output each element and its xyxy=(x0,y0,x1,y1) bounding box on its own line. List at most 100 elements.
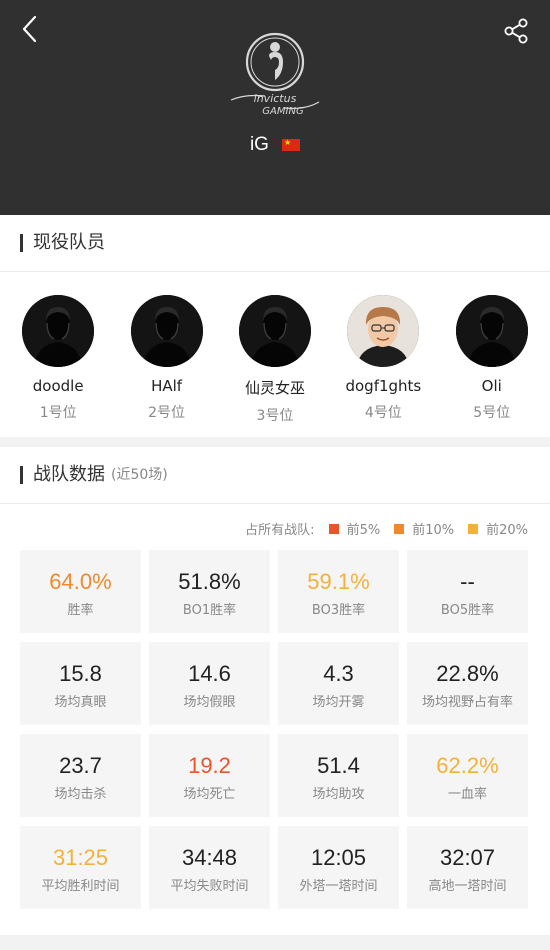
legend-swatch-top5 xyxy=(328,523,339,534)
stat-cell: 59.1% BO3胜率 xyxy=(278,550,399,633)
back-button[interactable] xyxy=(18,14,44,44)
share-button[interactable] xyxy=(502,16,530,46)
chevron-left-icon xyxy=(22,15,37,43)
stat-cell: 51.4 场均助攻 xyxy=(278,734,399,817)
invictus-gaming-logo: invictus GAMING xyxy=(230,32,320,117)
stat-value: 23.7 xyxy=(59,753,102,778)
stat-value: 19.2 xyxy=(188,753,231,778)
team-header: invictus GAMING iG ★ xyxy=(0,0,550,215)
stat-label: BO3胜率 xyxy=(311,603,366,618)
stat-cell: 12:05 外塔一塔时间 xyxy=(278,826,399,909)
player-position: 1号位 xyxy=(39,405,77,421)
player-position: 2号位 xyxy=(148,405,186,421)
stat-label: BO5胜率 xyxy=(440,603,495,618)
stat-label: 场均假眼 xyxy=(183,695,236,710)
stat-label: 场均助攻 xyxy=(312,787,365,802)
player-card[interactable]: HAlf 2号位 xyxy=(117,295,217,425)
stat-cell: -- BO5胜率 xyxy=(407,550,528,633)
stat-value: 62.2% xyxy=(436,753,499,778)
heading-bar xyxy=(20,466,23,484)
legend-label-top10: 前10% xyxy=(412,523,455,538)
stat-value: 51.8% xyxy=(178,569,241,594)
legend-swatch-top10 xyxy=(394,523,405,534)
stat-value: 31:25 xyxy=(52,845,109,870)
stat-label: 场均开雾 xyxy=(312,695,365,710)
logo-text-bottom: GAMING xyxy=(262,106,304,117)
stats-title: 战队数据 xyxy=(33,464,105,485)
stat-value: -- xyxy=(460,569,475,594)
stat-cell: 32:07 高地一塔时间 xyxy=(407,826,528,909)
stat-cell: 4.3 场均开雾 xyxy=(278,642,399,725)
player-avatar xyxy=(238,295,311,367)
player-card[interactable]: 仙灵女巫 3号位 xyxy=(225,295,325,425)
roster-title: 现役队员 xyxy=(33,232,105,253)
stats-subtitle: (近50场) xyxy=(111,467,168,483)
stat-label: 场均击杀 xyxy=(54,787,107,802)
stats-grid: 64.0% 胜率 51.8% BO1胜率 59.1% BO3胜率 -- BO5胜率 15.8 场均… xyxy=(20,550,530,909)
stat-label: 场均视野占有率 xyxy=(421,695,513,710)
team-stats-section: 战队数据 (近50场) 占所有战队: 前5% 前10% 前20% 64.0% 胜率… xyxy=(0,447,550,935)
player-name: 仙灵女巫 xyxy=(244,379,305,397)
legend-label-top20: 前20% xyxy=(486,523,528,538)
stat-cell: 62.2% 一血率 xyxy=(407,734,528,817)
divider xyxy=(0,503,550,504)
stat-cell: 14.6 场均假眼 xyxy=(149,642,270,725)
player-card[interactable]: Oli 5号位 xyxy=(442,295,542,425)
stat-value: 22.8% xyxy=(436,661,499,686)
rank-legend: 占所有战队: 前5% 前10% 前20% xyxy=(245,519,528,538)
stat-label: 场均死亡 xyxy=(183,787,236,802)
player-position: 4号位 xyxy=(364,405,402,421)
stat-cell: 23.7 场均击杀 xyxy=(20,734,141,817)
player-name: Oli xyxy=(481,377,502,395)
share-icon xyxy=(504,18,528,44)
player-name: doodle xyxy=(32,377,84,395)
stat-cell: 15.8 场均真眼 xyxy=(20,642,141,725)
stat-cell: 51.8% BO1胜率 xyxy=(149,550,270,633)
china-flag-icon: ★ xyxy=(282,138,301,151)
logo-text-top: invictus xyxy=(254,92,297,105)
stat-label: 胜率 xyxy=(67,603,94,618)
stat-value: 12:05 xyxy=(310,845,367,870)
stat-value: 32:07 xyxy=(439,845,496,870)
stat-cell: 22.8% 场均视野占有率 xyxy=(407,642,528,725)
legend-label-top5: 前5% xyxy=(346,523,381,538)
stat-label: 一血率 xyxy=(447,787,487,802)
player-list: doodle 1号位 HAlf 2号位 仙灵女巫 3号位 dogf1ghts 4号位 Oli 5号… xyxy=(0,295,550,425)
stat-value: 59.1% xyxy=(307,569,370,594)
player-avatar xyxy=(22,295,95,367)
player-position: 5号位 xyxy=(473,405,511,421)
player-card[interactable]: dogf1ghts 4号位 xyxy=(333,295,433,425)
stat-value: 64.0% xyxy=(49,569,112,594)
stat-value: 4.3 xyxy=(323,661,354,686)
stat-label: 高地一塔时间 xyxy=(428,879,507,894)
legend-prefix: 占所有战队: xyxy=(245,523,315,538)
stat-label: 外塔一塔时间 xyxy=(299,879,378,894)
stat-cell: 34:48 平均失败时间 xyxy=(149,826,270,909)
roster-section: 现役队员 doodle 1号位 HAlf 2号位 仙灵女巫 3号位 dogf1ghts 4号位… xyxy=(0,215,550,437)
divider xyxy=(0,271,550,272)
player-avatar xyxy=(455,295,528,367)
player-avatar xyxy=(130,295,203,367)
stat-value: 51.4 xyxy=(317,753,360,778)
stat-value: 14.6 xyxy=(188,661,231,686)
player-name: HAlf xyxy=(151,377,183,395)
team-logo: invictus GAMING xyxy=(225,30,325,120)
stat-cell: 31:25 平均胜利时间 xyxy=(20,826,141,909)
stat-value: 34:48 xyxy=(181,845,238,870)
player-position: 3号位 xyxy=(256,408,294,424)
stat-label: 场均真眼 xyxy=(54,695,107,710)
stat-label: 平均胜利时间 xyxy=(41,879,120,894)
stats-heading: 战队数据 (近50场) xyxy=(20,447,168,503)
stat-cell: 19.2 场均死亡 xyxy=(149,734,270,817)
player-name: dogf1ghts xyxy=(345,377,422,395)
stat-value: 15.8 xyxy=(59,661,102,686)
stat-label: BO1胜率 xyxy=(182,603,237,618)
player-card[interactable]: doodle 1号位 xyxy=(8,295,108,425)
legend-swatch-top20 xyxy=(468,523,479,534)
player-avatar xyxy=(347,295,420,367)
stat-cell: 64.0% 胜率 xyxy=(20,550,141,633)
stat-label: 平均失败时间 xyxy=(170,879,249,894)
roster-heading: 现役队员 xyxy=(20,215,105,271)
team-name: iG xyxy=(249,134,269,155)
heading-bar xyxy=(20,234,23,252)
